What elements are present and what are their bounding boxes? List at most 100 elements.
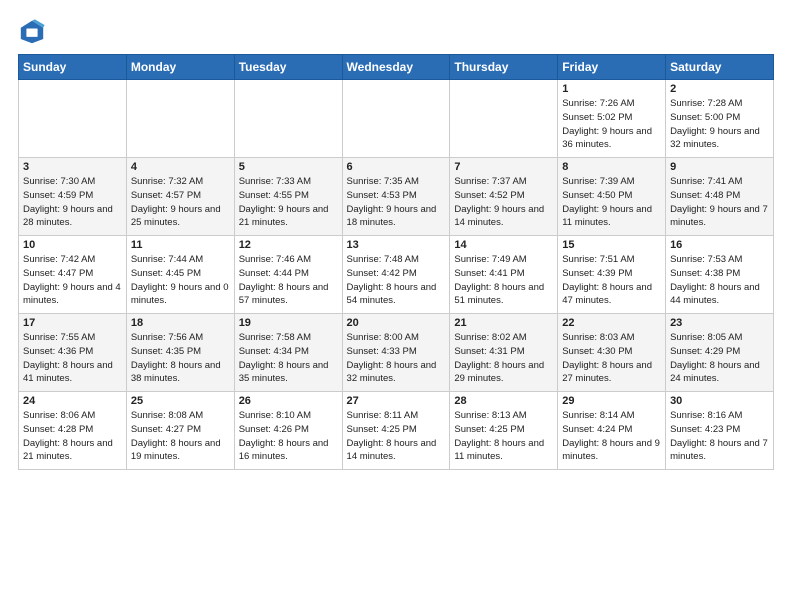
day-number: 30 <box>670 395 769 407</box>
day-cell: 21 Sunrise: 8:02 AM Sunset: 4:31 PM Dayli… <box>450 314 558 392</box>
weekday-header-tuesday: Tuesday <box>234 55 342 80</box>
day-cell: 10 Sunrise: 7:42 AM Sunset: 4:47 PM Dayli… <box>19 236 127 314</box>
day-cell: 3 Sunrise: 7:30 AM Sunset: 4:59 PM Daylig… <box>19 158 127 236</box>
weekday-header-friday: Friday <box>558 55 666 80</box>
day-info: Sunrise: 7:39 AM Sunset: 4:50 PM Dayligh… <box>562 175 661 230</box>
day-number: 5 <box>239 161 338 173</box>
day-number: 21 <box>454 317 553 329</box>
day-cell: 13 Sunrise: 7:48 AM Sunset: 4:42 PM Dayli… <box>342 236 450 314</box>
day-number: 3 <box>23 161 122 173</box>
day-cell <box>342 80 450 158</box>
day-cell: 16 Sunrise: 7:53 AM Sunset: 4:38 PM Dayli… <box>666 236 774 314</box>
week-row-5: 24Sunrise: 8:06 AM Sunset: 4:28 PM Dayli… <box>19 392 774 470</box>
week-row-2: 3 Sunrise: 7:30 AM Sunset: 4:59 PM Daylig… <box>19 158 774 236</box>
weekday-header-monday: Monday <box>126 55 234 80</box>
day-number: 9 <box>670 161 769 173</box>
day-cell: 28 Sunrise: 8:13 AM Sunset: 4:25 PM Dayli… <box>450 392 558 470</box>
day-cell: 25 Sunrise: 8:08 AM Sunset: 4:27 PM Dayli… <box>126 392 234 470</box>
weekday-header-row: SundayMondayTuesdayWednesdayThursdayFrid… <box>19 55 774 80</box>
day-cell: 18 Sunrise: 7:56 AM Sunset: 4:35 PM Dayli… <box>126 314 234 392</box>
day-number: 20 <box>347 317 446 329</box>
day-number: 26 <box>239 395 338 407</box>
day-info: Sunrise: 7:32 AM Sunset: 4:57 PM Dayligh… <box>131 175 230 230</box>
day-cell: 20 Sunrise: 8:00 AM Sunset: 4:33 PM Dayli… <box>342 314 450 392</box>
day-info: Sunrise: 7:56 AM Sunset: 4:35 PM Dayligh… <box>131 331 230 386</box>
day-info: Sunrise: 7:53 AM Sunset: 4:38 PM Dayligh… <box>670 253 769 308</box>
day-number: 1 <box>562 83 661 95</box>
day-cell: 23 Sunrise: 8:05 AM Sunset: 4:29 PM Dayli… <box>666 314 774 392</box>
day-info: Sunrise: 8:16 AM Sunset: 4:23 PM Dayligh… <box>670 409 769 464</box>
day-info: Sunrise: 7:41 AM Sunset: 4:48 PM Dayligh… <box>670 175 769 230</box>
day-cell: 14 Sunrise: 7:49 AM Sunset: 4:41 PM Dayli… <box>450 236 558 314</box>
day-info: Sunrise: 7:26 AM Sunset: 5:02 PM Dayligh… <box>562 97 661 152</box>
logo <box>18 18 50 46</box>
day-info: Sunrise: 7:49 AM Sunset: 4:41 PM Dayligh… <box>454 253 553 308</box>
day-cell: 6 Sunrise: 7:35 AM Sunset: 4:53 PM Daylig… <box>342 158 450 236</box>
day-cell: 11 Sunrise: 7:44 AM Sunset: 4:45 PM Dayli… <box>126 236 234 314</box>
day-cell: 19 Sunrise: 7:58 AM Sunset: 4:34 PM Dayli… <box>234 314 342 392</box>
day-cell: 9 Sunrise: 7:41 AM Sunset: 4:48 PM Daylig… <box>666 158 774 236</box>
day-number: 23 <box>670 317 769 329</box>
weekday-header-wednesday: Wednesday <box>342 55 450 80</box>
calendar-table: SundayMondayTuesdayWednesdayThursdayFrid… <box>18 54 774 470</box>
day-info: Sunrise: 7:46 AM Sunset: 4:44 PM Dayligh… <box>239 253 338 308</box>
day-number: 12 <box>239 239 338 251</box>
day-number: 11 <box>131 239 230 251</box>
day-number: 22 <box>562 317 661 329</box>
day-cell <box>450 80 558 158</box>
day-number: 2 <box>670 83 769 95</box>
day-number: 24 <box>23 395 122 407</box>
day-number: 13 <box>347 239 446 251</box>
day-number: 25 <box>131 395 230 407</box>
day-cell: 26 Sunrise: 8:10 AM Sunset: 4:26 PM Dayli… <box>234 392 342 470</box>
day-info: Sunrise: 7:58 AM Sunset: 4:34 PM Dayligh… <box>239 331 338 386</box>
week-row-4: 17 Sunrise: 7:55 AM Sunset: 4:36 PM Dayli… <box>19 314 774 392</box>
day-number: 14 <box>454 239 553 251</box>
day-cell: 4 Sunrise: 7:32 AM Sunset: 4:57 PM Daylig… <box>126 158 234 236</box>
day-number: 7 <box>454 161 553 173</box>
day-info: Sunrise: 7:42 AM Sunset: 4:47 PM Dayligh… <box>23 253 122 308</box>
day-info: Sunrise: 8:05 AM Sunset: 4:29 PM Dayligh… <box>670 331 769 386</box>
day-info: Sunrise: 8:08 AM Sunset: 4:27 PM Dayligh… <box>131 409 230 464</box>
day-number: 4 <box>131 161 230 173</box>
logo-icon <box>18 18 46 46</box>
day-cell: 5Sunrise: 7:33 AM Sunset: 4:55 PM Daylig… <box>234 158 342 236</box>
day-cell <box>126 80 234 158</box>
day-info: Sunrise: 8:11 AM Sunset: 4:25 PM Dayligh… <box>347 409 446 464</box>
day-cell: 1 Sunrise: 7:26 AM Sunset: 5:02 PM Daylig… <box>558 80 666 158</box>
week-row-3: 10 Sunrise: 7:42 AM Sunset: 4:47 PM Dayli… <box>19 236 774 314</box>
day-info: Sunrise: 7:35 AM Sunset: 4:53 PM Dayligh… <box>347 175 446 230</box>
day-cell: 30 Sunrise: 8:16 AM Sunset: 4:23 PM Dayli… <box>666 392 774 470</box>
weekday-header-thursday: Thursday <box>450 55 558 80</box>
day-number: 29 <box>562 395 661 407</box>
day-number: 6 <box>347 161 446 173</box>
day-cell: 27Sunrise: 8:11 AM Sunset: 4:25 PM Dayli… <box>342 392 450 470</box>
day-number: 28 <box>454 395 553 407</box>
day-cell: 22Sunrise: 8:03 AM Sunset: 4:30 PM Dayli… <box>558 314 666 392</box>
day-info: Sunrise: 7:30 AM Sunset: 4:59 PM Dayligh… <box>23 175 122 230</box>
day-cell <box>234 80 342 158</box>
day-info: Sunrise: 8:00 AM Sunset: 4:33 PM Dayligh… <box>347 331 446 386</box>
day-cell: 12 Sunrise: 7:46 AM Sunset: 4:44 PM Dayli… <box>234 236 342 314</box>
day-number: 18 <box>131 317 230 329</box>
day-cell: 17 Sunrise: 7:55 AM Sunset: 4:36 PM Dayli… <box>19 314 127 392</box>
day-number: 17 <box>23 317 122 329</box>
day-number: 19 <box>239 317 338 329</box>
day-info: Sunrise: 7:48 AM Sunset: 4:42 PM Dayligh… <box>347 253 446 308</box>
week-row-1: 1 Sunrise: 7:26 AM Sunset: 5:02 PM Daylig… <box>19 80 774 158</box>
day-info: Sunrise: 7:44 AM Sunset: 4:45 PM Dayligh… <box>131 253 230 308</box>
day-info: Sunrise: 8:10 AM Sunset: 4:26 PM Dayligh… <box>239 409 338 464</box>
day-info: Sunrise: 8:02 AM Sunset: 4:31 PM Dayligh… <box>454 331 553 386</box>
day-number: 15 <box>562 239 661 251</box>
weekday-header-sunday: Sunday <box>19 55 127 80</box>
day-info: Sunrise: 7:37 AM Sunset: 4:52 PM Dayligh… <box>454 175 553 230</box>
day-cell: 7 Sunrise: 7:37 AM Sunset: 4:52 PM Daylig… <box>450 158 558 236</box>
day-info: Sunrise: 8:13 AM Sunset: 4:25 PM Dayligh… <box>454 409 553 464</box>
day-info: Sunrise: 7:55 AM Sunset: 4:36 PM Dayligh… <box>23 331 122 386</box>
day-number: 10 <box>23 239 122 251</box>
page: SundayMondayTuesdayWednesdayThursdayFrid… <box>0 0 792 612</box>
header <box>18 18 774 46</box>
day-number: 8 <box>562 161 661 173</box>
day-cell: 15Sunrise: 7:51 AM Sunset: 4:39 PM Dayli… <box>558 236 666 314</box>
day-number: 16 <box>670 239 769 251</box>
